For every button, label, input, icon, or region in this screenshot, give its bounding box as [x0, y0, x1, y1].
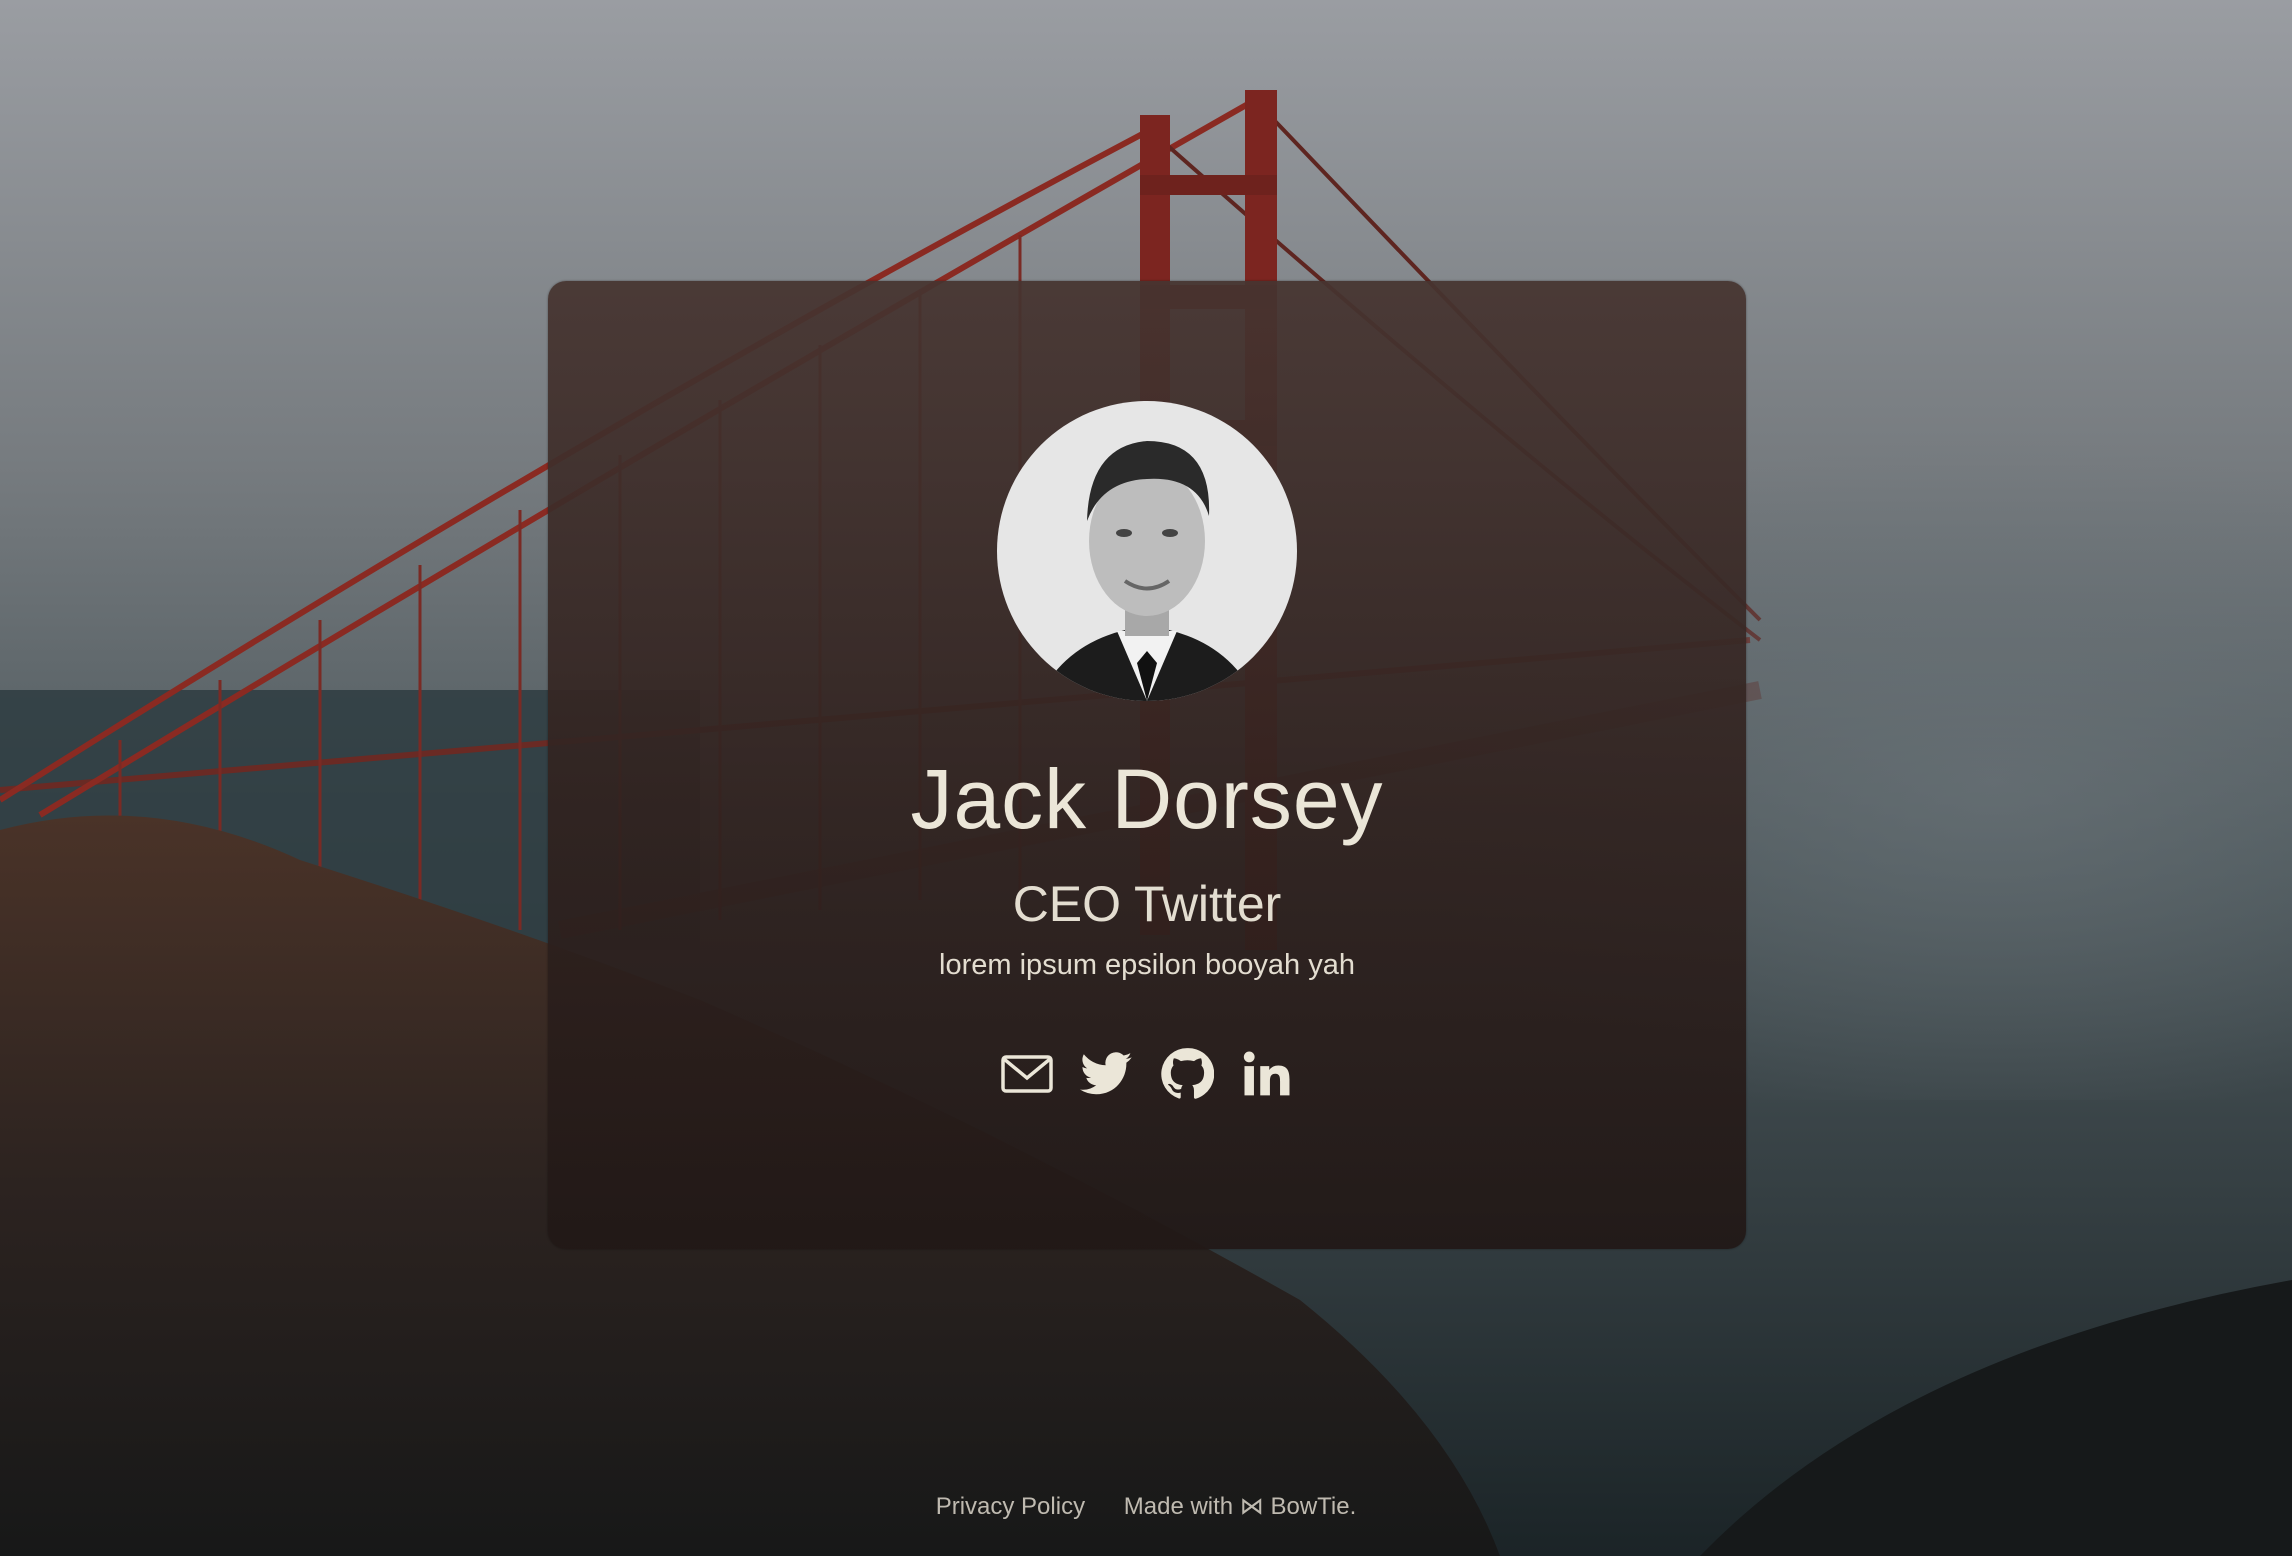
profile-card: Jack Dorsey CEO Twitter lorem ipsum epsi… [548, 281, 1746, 1249]
avatar-portrait [997, 401, 1297, 701]
profile-title: CEO Twitter [1012, 876, 1282, 932]
footer: Privacy Policy Made with ⋈ BowTie. [0, 1492, 2292, 1521]
avatar [997, 401, 1297, 701]
linkedin-link[interactable] [1239, 1046, 1295, 1102]
made-with-text: Made with ⋈ BowTie. [1123, 1493, 1357, 1520]
privacy-policy-link[interactable]: Privacy Policy [936, 1493, 1085, 1520]
github-icon [1161, 1048, 1214, 1099]
profile-bio: lorem ipsum epsilon booyah yah [939, 949, 1355, 981]
profile-name: Jack Dorsey [910, 752, 1384, 846]
email-link[interactable] [999, 1046, 1055, 1102]
github-link[interactable] [1159, 1046, 1215, 1102]
twitter-link[interactable] [1079, 1046, 1135, 1102]
envelope-icon [1001, 1055, 1053, 1093]
linkedin-icon [1243, 1051, 1290, 1096]
social-links [548, 1046, 1746, 1106]
twitter-icon [1080, 1052, 1132, 1095]
